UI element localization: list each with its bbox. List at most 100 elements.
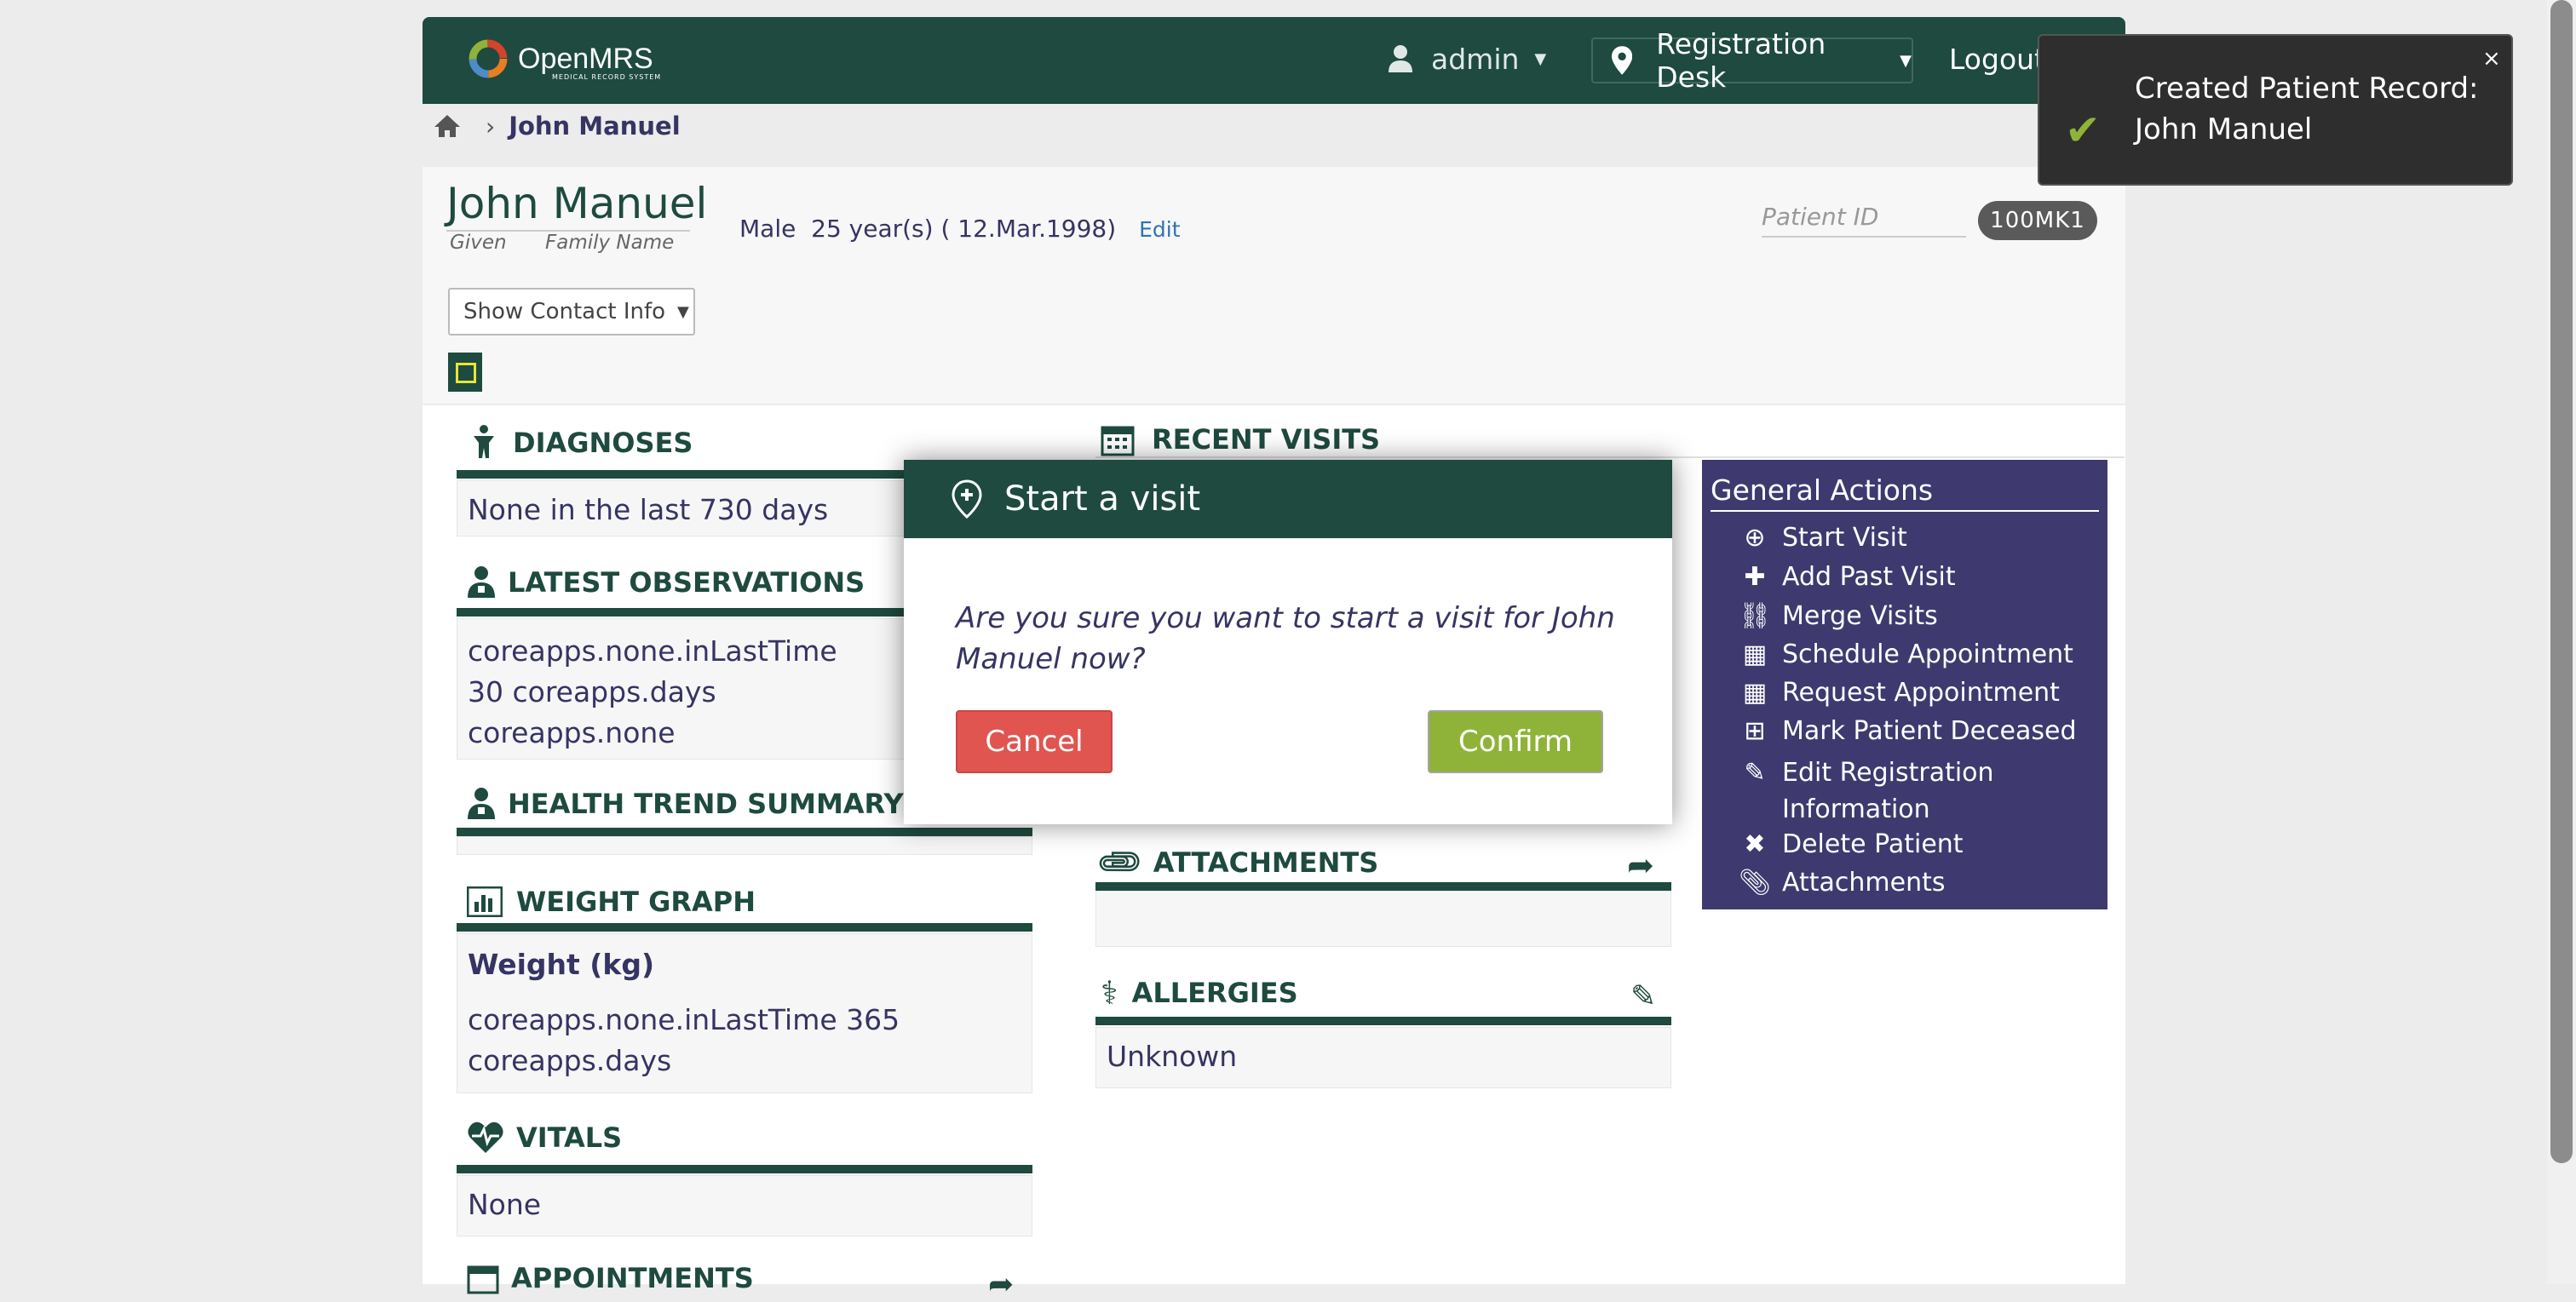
weight-graph-title: WEIGHT GRAPH: [516, 886, 756, 918]
show-contact-info-button[interactable]: Show Contact Info ▼: [448, 288, 695, 336]
share-arrow-icon[interactable]: ➦: [988, 1267, 1014, 1302]
action-label: Merge Visits: [1782, 601, 1938, 631]
start-visit-action[interactable]: ⊕ Start Visit: [1736, 523, 1907, 553]
user-icon: [1389, 45, 1412, 72]
attachments-body: [1095, 891, 1671, 947]
paperclip-icon: 📎︎: [1738, 868, 1772, 898]
caret-down-icon: ▼: [677, 302, 689, 321]
dialog-message: Are you sure you want to start a visit f…: [956, 601, 1615, 676]
home-icon[interactable]: [433, 113, 462, 139]
mark-patient-deceased-action[interactable]: ⊞ Mark Patient Deceased: [1736, 716, 2077, 746]
allergies-bar: [1095, 1017, 1671, 1025]
vitals-text: None: [468, 1188, 542, 1221]
recent-visits-title: RECENT VISITS: [1152, 423, 1381, 456]
show-contact-info-label: Show Contact Info: [463, 299, 666, 324]
square-inner: [456, 363, 476, 383]
vitals-body: None: [457, 1175, 1032, 1236]
vitals-title: VITALS: [516, 1121, 623, 1154]
confirm-button[interactable]: Confirm: [1428, 710, 1603, 773]
attachments-header: 📎︎ ATTACHMENTS: [1095, 837, 1379, 889]
allergies-body: Unknown: [1095, 1027, 1671, 1088]
calendar-icon: ▦: [1742, 640, 1768, 669]
general-actions-title: General Actions: [1711, 473, 2099, 512]
delete-patient-action[interactable]: ✖ Delete Patient: [1736, 829, 1964, 859]
health-trend-title: HEALTH TREND SUMMARY: [508, 788, 904, 820]
attachments-bar: [1095, 882, 1671, 891]
logo-text: OpenMRS: [518, 43, 653, 75]
action-label: Mark Patient Deceased: [1782, 716, 2077, 746]
location-selector[interactable]: Registration Desk ▼: [1591, 27, 1913, 94]
share-arrow-icon[interactable]: ➦: [1627, 846, 1654, 884]
action-label: Schedule Appointment: [1782, 640, 2073, 669]
attachments-title: ATTACHMENTS: [1153, 846, 1379, 879]
cancel-button[interactable]: Cancel: [956, 710, 1113, 773]
action-label: Delete Patient: [1782, 829, 1964, 859]
weight-graph-bar: [457, 923, 1032, 932]
patient-id-label: Patient ID: [1762, 203, 1966, 238]
edit-demographics-link[interactable]: Edit: [1139, 217, 1180, 242]
diagnosis-icon: [474, 425, 494, 458]
action-label: Edit Registration Information: [1782, 758, 1994, 824]
given-label: Given: [450, 232, 507, 254]
patient-gender: Male: [739, 215, 796, 243]
user-name: admin: [1431, 42, 1520, 76]
allergies-title: ALLERGIES: [1131, 977, 1298, 1009]
location-plus-icon: ⊕: [1744, 523, 1766, 553]
latest-observations-header: LATEST OBSERVATIONS: [467, 565, 865, 599]
add-past-visit-action[interactable]: ✚ Add Past Visit: [1736, 562, 1956, 592]
pencil-icon: ✎: [1744, 758, 1766, 788]
action-label: Request Appointment: [1782, 678, 2060, 708]
weight-line: coreapps.none.inLastTime 365: [468, 1003, 900, 1036]
diagnoses-title: DIAGNOSES: [513, 427, 693, 459]
health-trend-body: [457, 836, 1032, 855]
patient-age: 25 year(s) ( 12.Mar.1998): [811, 215, 1117, 243]
action-label: Start Visit: [1782, 523, 1907, 553]
breadcrumb: › John Manuel: [423, 106, 2125, 146]
health-trend-header: HEALTH TREND SUMMARY: [467, 787, 904, 821]
pencil-icon[interactable]: ✎: [1630, 979, 1656, 1014]
chevron-down-icon: ▼: [1900, 51, 1912, 70]
allergies-text: Unknown: [1107, 1040, 1238, 1073]
edit-registration-action[interactable]: ✎ Edit Registration Information: [1736, 754, 2094, 828]
allergies-header: ⚕ ALLERGIES: [1101, 974, 1298, 1012]
plus-square-icon: ⊞: [1744, 716, 1766, 746]
extension-square-icon[interactable]: [448, 353, 482, 392]
scrollbar-thumb[interactable]: [2550, 0, 2573, 1163]
caduceus-icon: ⚕: [1101, 974, 1118, 1012]
diagnoses-header: DIAGNOSES: [467, 424, 693, 462]
toast-message: Created Patient Record: John Manuel: [2135, 72, 2479, 146]
doctor-icon: [468, 788, 495, 819]
schedule-appointment-action[interactable]: ▦ Schedule Appointment: [1736, 640, 2073, 669]
bar-chart-icon: [467, 886, 503, 917]
name-divider: [446, 230, 690, 232]
breadcrumb-current: John Manuel: [509, 112, 681, 141]
action-label: Attachments: [1782, 868, 1946, 898]
weight-subtitle: Weight (kg): [468, 948, 655, 981]
location-name: Registration Desk: [1656, 27, 1826, 94]
user-menu[interactable]: admin ▼: [1387, 37, 1546, 80]
appointments-title: APPOINTMENTS: [511, 1262, 754, 1294]
doctor-icon: [468, 566, 495, 598]
recent-visits-header: RECENT VISITS: [1101, 422, 1380, 456]
family-name-label: Family Name: [545, 232, 675, 254]
attachments-action[interactable]: 📎︎ Attachments: [1736, 868, 1946, 898]
calendar-icon: ▦: [1742, 678, 1768, 708]
calendar-icon: [467, 1265, 499, 1294]
check-icon: ✔: [2065, 106, 2101, 155]
dialog-header: Start a visit: [904, 460, 1672, 538]
logo-subtitle: MEDICAL RECORD SYSTEM: [552, 73, 662, 81]
dialog-title: Start a visit: [1004, 479, 1201, 519]
logout-label: Logout: [1949, 43, 2045, 76]
chevron-down-icon: ▼: [1534, 49, 1547, 68]
patient-id-badge: 100MK1: [1978, 201, 2097, 240]
calendar-icon: [1101, 426, 1135, 456]
map-marker-icon: [1612, 46, 1633, 75]
health-trend-bar: [457, 828, 1032, 836]
weight-line: coreapps.days: [468, 1044, 672, 1077]
merge-visits-action[interactable]: ⛓ Merge Visits: [1736, 601, 1938, 631]
heartbeat-icon: [468, 1121, 503, 1153]
vitals-bar: [457, 1165, 1032, 1173]
request-appointment-action[interactable]: ▦ Request Appointment: [1736, 678, 2060, 708]
action-label: Add Past Visit: [1782, 562, 1956, 592]
patient-name: John Manuel: [446, 179, 708, 228]
